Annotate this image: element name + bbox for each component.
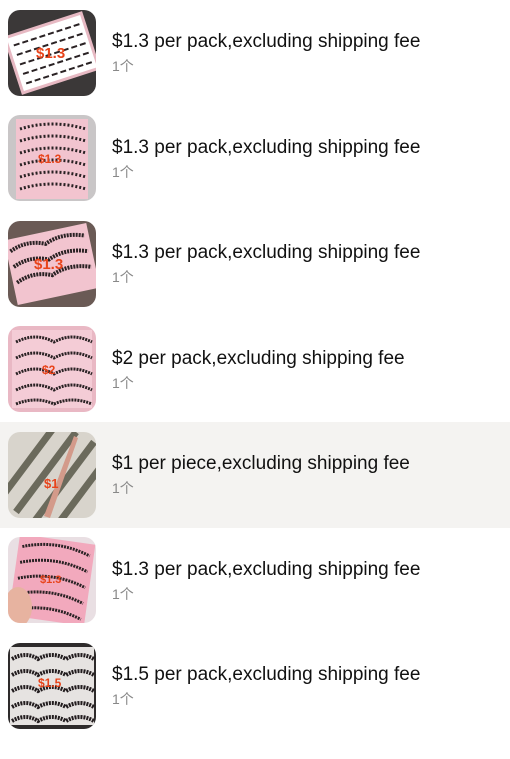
lash-strips-pink-icon: $1.3 bbox=[8, 115, 96, 202]
item-title: $2 per pack,excluding shipping fee bbox=[112, 347, 405, 369]
item-title: $1.3 per pack,excluding shipping fee bbox=[112, 242, 421, 264]
item-quantity: 1个 bbox=[112, 480, 134, 497]
svg-text:$1.3: $1.3 bbox=[40, 574, 61, 586]
item-title: $1.3 per pack,excluding shipping fee bbox=[112, 558, 421, 580]
item-title: $1 per piece,excluding shipping fee bbox=[112, 453, 410, 475]
list-item[interactable]: $1.3 $1.3 per pack,excluding shipping fe… bbox=[0, 211, 510, 317]
svg-text:$1.3: $1.3 bbox=[38, 152, 62, 166]
item-quantity: 1个 bbox=[112, 58, 134, 75]
item-title: $1.5 per pack,excluding shipping fee bbox=[112, 664, 421, 686]
lash-box-icon: $1.3 bbox=[8, 9, 96, 96]
list-item[interactable]: $1.5 $1.5 per pack,excluding shipping fe… bbox=[0, 633, 510, 739]
list-item[interactable]: $1 $1 per piece,excluding shipping fee 1… bbox=[0, 422, 510, 528]
svg-text:$1.5: $1.5 bbox=[38, 676, 62, 690]
item-quantity: 1个 bbox=[112, 374, 134, 391]
item-title: $1.3 per pack,excluding shipping fee bbox=[112, 31, 421, 53]
list-item[interactable]: $1.3 $1.3 per pack,excluding shipping fe… bbox=[0, 0, 510, 106]
list-item[interactable]: $2 $2 per pack,excluding shipping fee 1个 bbox=[0, 317, 510, 423]
lash-tray-hand-icon: $1.3 bbox=[8, 537, 96, 624]
lash-tray-pink-icon: $1.3 bbox=[8, 220, 96, 307]
svg-text:$2: $2 bbox=[42, 363, 56, 377]
item-title: $1.3 per pack,excluding shipping fee bbox=[112, 136, 421, 158]
item-quantity: 1个 bbox=[112, 585, 134, 602]
product-list: $1.3 $1.3 per pack,excluding shipping fe… bbox=[0, 0, 510, 739]
tweezers-icon: $1 bbox=[8, 431, 96, 518]
svg-text:$1.3: $1.3 bbox=[36, 45, 65, 62]
item-quantity: 1个 bbox=[112, 691, 134, 708]
list-item[interactable]: $1.3 $1.3 per pack,excluding shipping fe… bbox=[0, 106, 510, 212]
list-item[interactable]: $1.3 $1.3 per pack,excluding shipping fe… bbox=[0, 528, 510, 634]
svg-text:$1: $1 bbox=[44, 476, 58, 491]
item-quantity: 1个 bbox=[112, 163, 134, 180]
lash-tray-pink-icon: $2 bbox=[8, 326, 96, 413]
lash-tray-dark-icon: $1.5 bbox=[8, 642, 96, 729]
item-quantity: 1个 bbox=[112, 269, 134, 286]
svg-text:$1.3: $1.3 bbox=[34, 256, 63, 273]
